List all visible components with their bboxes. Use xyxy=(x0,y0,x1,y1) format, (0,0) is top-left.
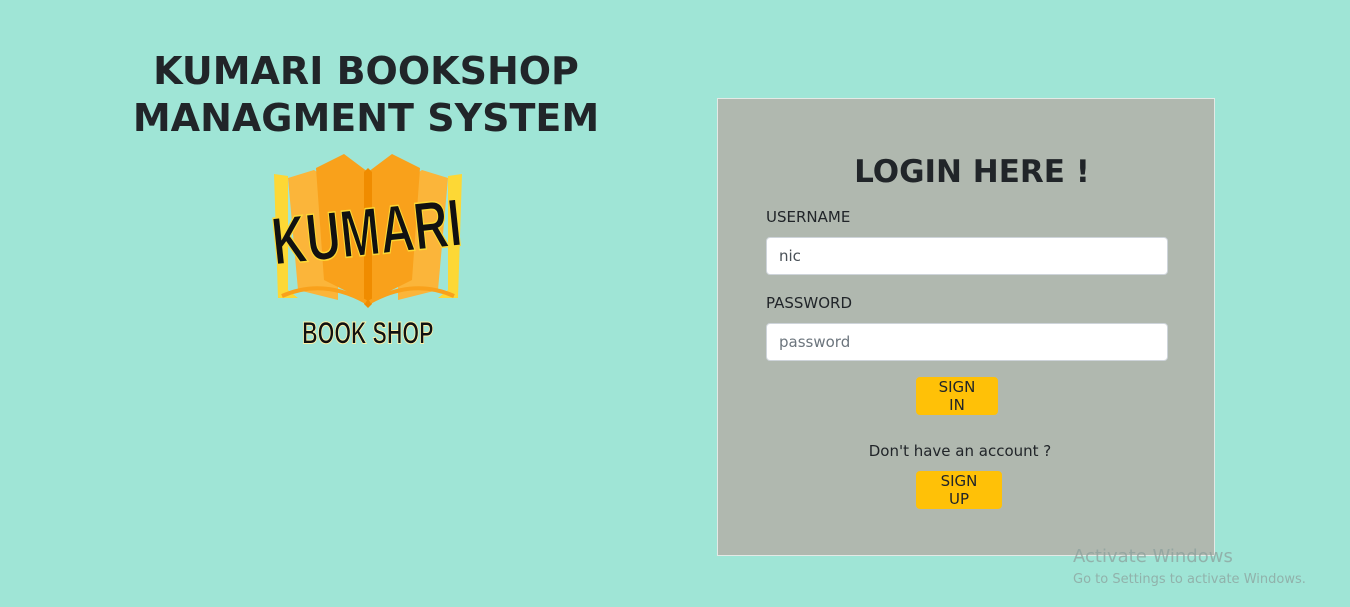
signup-prompt: Don't have an account ? xyxy=(868,442,1052,460)
bookshop-logo: KUMARI BOOK SHOP xyxy=(268,154,466,351)
activate-windows-subtitle: Go to Settings to activate Windows. xyxy=(1073,572,1306,587)
app-title: KUMARI BOOKSHOP MANAGMENT SYSTEM xyxy=(100,48,632,142)
password-label: PASSWORD xyxy=(766,294,853,312)
sign-up-button[interactable]: SIGN UP xyxy=(916,471,1002,509)
username-label: USERNAME xyxy=(766,208,851,226)
app-title-line-1: KUMARI BOOKSHOP xyxy=(153,49,579,93)
username-input[interactable] xyxy=(766,237,1168,275)
login-heading: LOGIN HERE ! xyxy=(854,154,1090,190)
password-input[interactable] xyxy=(766,323,1168,361)
activate-windows-title: Activate Windows xyxy=(1073,546,1233,567)
sign-in-button[interactable]: SIGN IN xyxy=(916,377,998,415)
login-page: KUMARI BOOKSHOP MANAGMENT SYSTEM KUMARI … xyxy=(0,0,1350,607)
logo-caption: BOOK SHOP xyxy=(302,316,433,351)
app-title-line-2: MANAGMENT SYSTEM xyxy=(132,96,600,140)
